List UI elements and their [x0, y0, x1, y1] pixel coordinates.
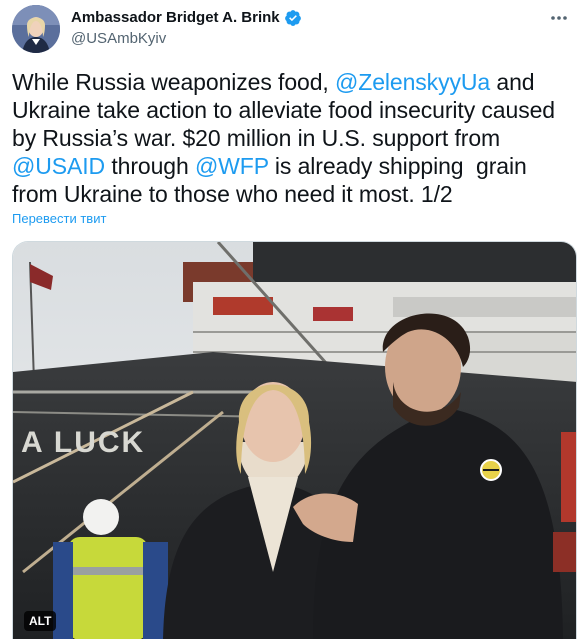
more-options-icon[interactable] [547, 8, 571, 28]
author-display-name[interactable]: Ambassador Bridget A. Brink [71, 8, 280, 28]
mention-link[interactable]: @WFP [195, 153, 269, 179]
tweet-text: While Russia weaponizes food, @Zelenskyy… [12, 68, 577, 208]
mention-link[interactable]: @ZelenskyyUa [335, 69, 490, 95]
translate-tweet-link[interactable]: Перевести твит [12, 211, 106, 226]
mention-link[interactable]: @USAID [12, 153, 105, 179]
avatar[interactable] [12, 5, 60, 53]
tweet-text-segment: While Russia weaponizes food, [12, 69, 335, 95]
tweet-text-segment: through [105, 153, 195, 179]
verified-badge-icon [284, 9, 302, 27]
ship-lettering: A LUCK [21, 426, 145, 459]
alt-text-badge[interactable]: ALT [24, 611, 57, 631]
tweet-photo[interactable]: A LUCK [12, 241, 577, 639]
author-handle[interactable]: @USAmbKyiv [71, 29, 166, 49]
